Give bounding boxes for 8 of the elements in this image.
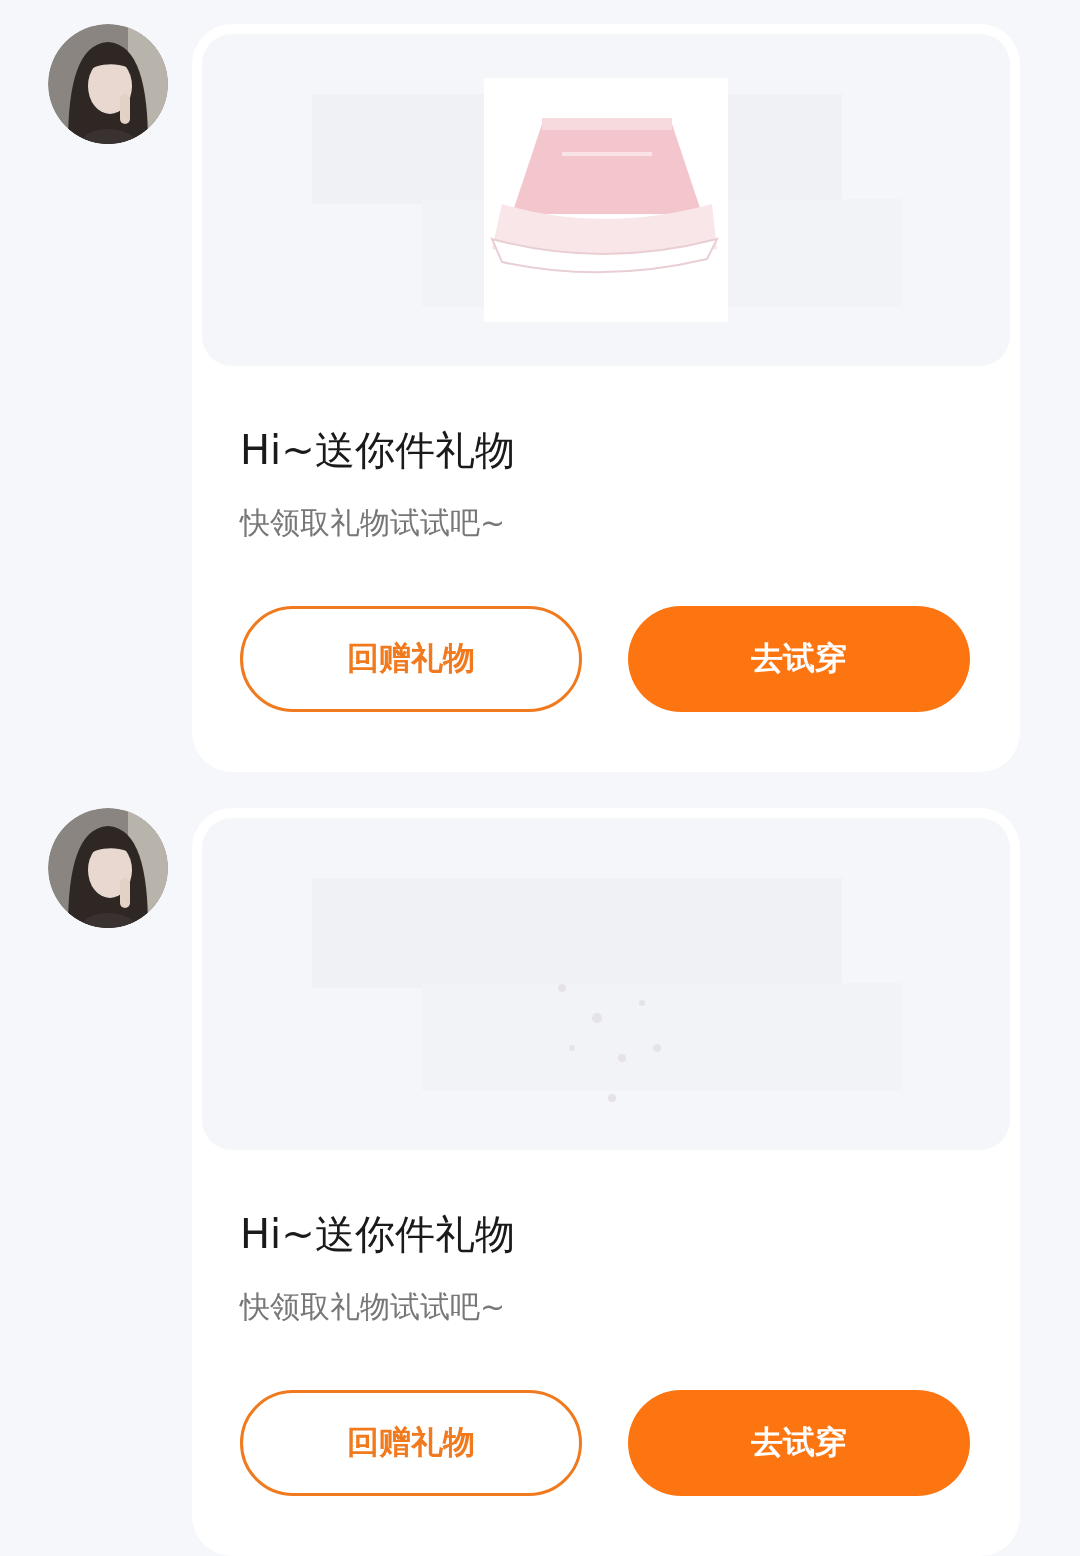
- return-gift-button[interactable]: 回赠礼物: [240, 1390, 582, 1496]
- card-subtitle: 快领取礼物试试吧~: [240, 1288, 507, 1326]
- card-title: Hi~送你件礼物: [240, 426, 516, 475]
- return-gift-button[interactable]: 回赠礼物: [240, 606, 582, 712]
- try-on-button[interactable]: 去试穿: [628, 606, 970, 712]
- card-title: Hi~送你件礼物: [240, 1210, 516, 1259]
- try-on-button[interactable]: 去试穿: [628, 1390, 970, 1496]
- card-subtitle: 快领取礼物试试吧~: [240, 504, 507, 542]
